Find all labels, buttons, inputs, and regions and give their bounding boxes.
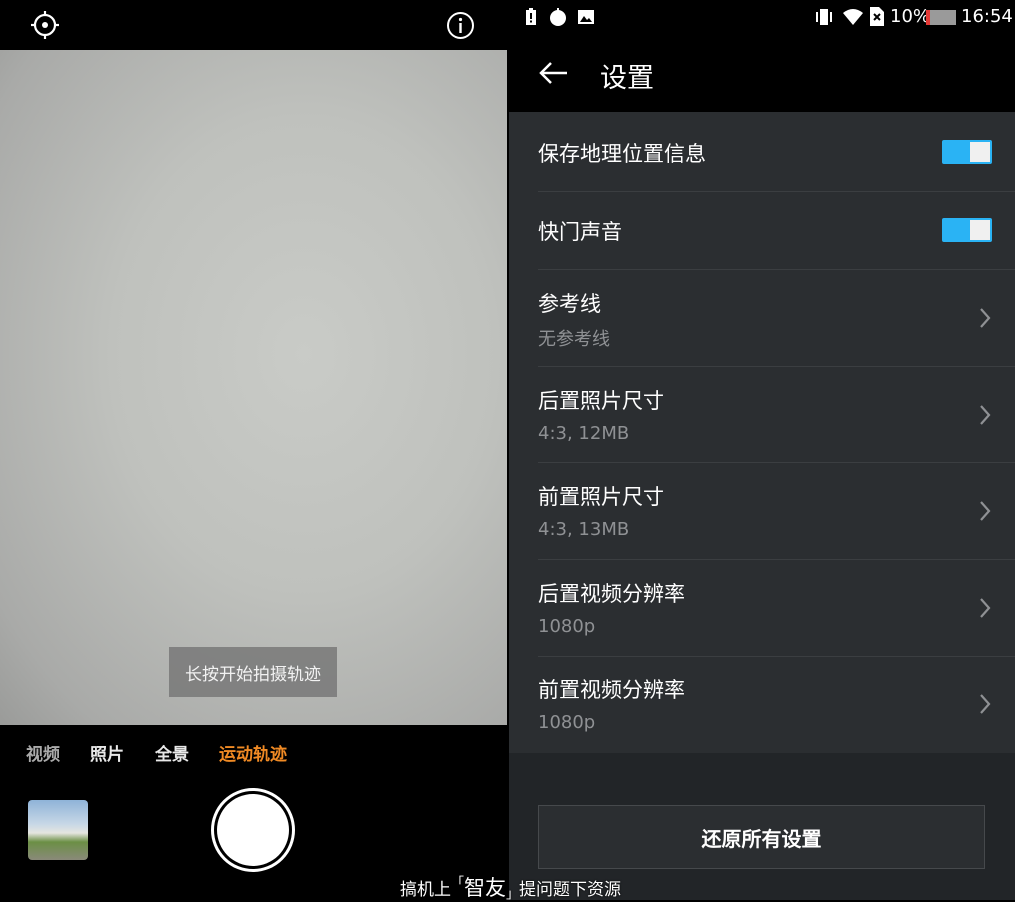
setting-shutter-sound-label: 快门声音: [538, 220, 622, 244]
app-notification-icon: [548, 7, 568, 27]
reset-all-settings-button[interactable]: 还原所有设置: [538, 805, 985, 869]
setting-front-photo-size-label: 前置照片尺寸: [538, 485, 664, 509]
mode-video[interactable]: 视频: [26, 740, 60, 765]
watermark-bracket: 「: [451, 876, 465, 891]
setting-gridlines-row[interactable]: [509, 270, 1015, 366]
setting-gridlines-label: 参考线: [538, 292, 601, 316]
image-notification-icon: [577, 8, 595, 26]
chevron-right-icon: [978, 499, 992, 527]
setting-location-label: 保存地理位置信息: [538, 142, 706, 166]
status-time: 16:54: [961, 6, 1013, 27]
vibrate-icon: [814, 8, 834, 26]
info-icon[interactable]: [446, 11, 475, 40]
mode-panorama[interactable]: 全景: [155, 740, 189, 765]
chevron-right-icon: [978, 596, 992, 624]
battery-percent: 10%: [890, 6, 931, 27]
mode-motion-track[interactable]: 运动轨迹: [219, 740, 287, 765]
shutter-inner: [217, 794, 289, 866]
toggle-knob: [970, 220, 990, 240]
setting-front-photo-size-value: 4:3, 13MB: [538, 519, 630, 540]
divider: [538, 191, 1015, 192]
setting-rear-video-resolution-value: 1080p: [538, 616, 596, 637]
watermark: 搞机上「智友」提问题下资源: [400, 872, 621, 902]
mode-photo[interactable]: 照片: [90, 740, 124, 765]
setting-front-video-resolution-row[interactable]: [509, 657, 1015, 753]
setting-rear-photo-size-label: 后置照片尺寸: [538, 389, 664, 413]
camera-viewfinder[interactable]: [0, 50, 507, 725]
battery-alert-icon: [524, 8, 538, 26]
no-sim-icon: [870, 7, 884, 26]
setting-rear-photo-size-value: 4:3, 12MB: [538, 423, 630, 444]
shutter-sound-toggle[interactable]: [942, 218, 992, 242]
chevron-right-icon: [978, 692, 992, 720]
watermark-brand: 智友: [464, 876, 507, 900]
wifi-icon: [842, 8, 864, 26]
watermark-prefix: 搞机上: [400, 880, 451, 900]
location-toggle[interactable]: [942, 140, 992, 164]
setting-front-photo-size-row[interactable]: [509, 463, 1015, 559]
watermark-suffix: 提问题下资源: [519, 880, 622, 900]
chevron-right-icon: [978, 306, 992, 334]
setting-rear-video-resolution-label: 后置视频分辨率: [538, 582, 685, 606]
setting-rear-video-resolution-row[interactable]: [509, 560, 1015, 656]
focus-icon[interactable]: [30, 10, 60, 40]
setting-front-video-resolution-value: 1080p: [538, 712, 596, 733]
gallery-thumbnail[interactable]: [28, 800, 88, 860]
battery-icon: [926, 10, 956, 25]
chevron-right-icon: [978, 403, 992, 431]
back-arrow-icon[interactable]: [538, 60, 570, 86]
setting-front-video-resolution-label: 前置视频分辨率: [538, 678, 685, 702]
setting-gridlines-value: 无参考线: [538, 329, 610, 350]
page-title: 设置: [600, 63, 654, 94]
toggle-knob: [970, 142, 990, 162]
hint-toast: 长按开始拍摄轨迹: [169, 647, 337, 697]
shutter-button[interactable]: [211, 788, 295, 872]
